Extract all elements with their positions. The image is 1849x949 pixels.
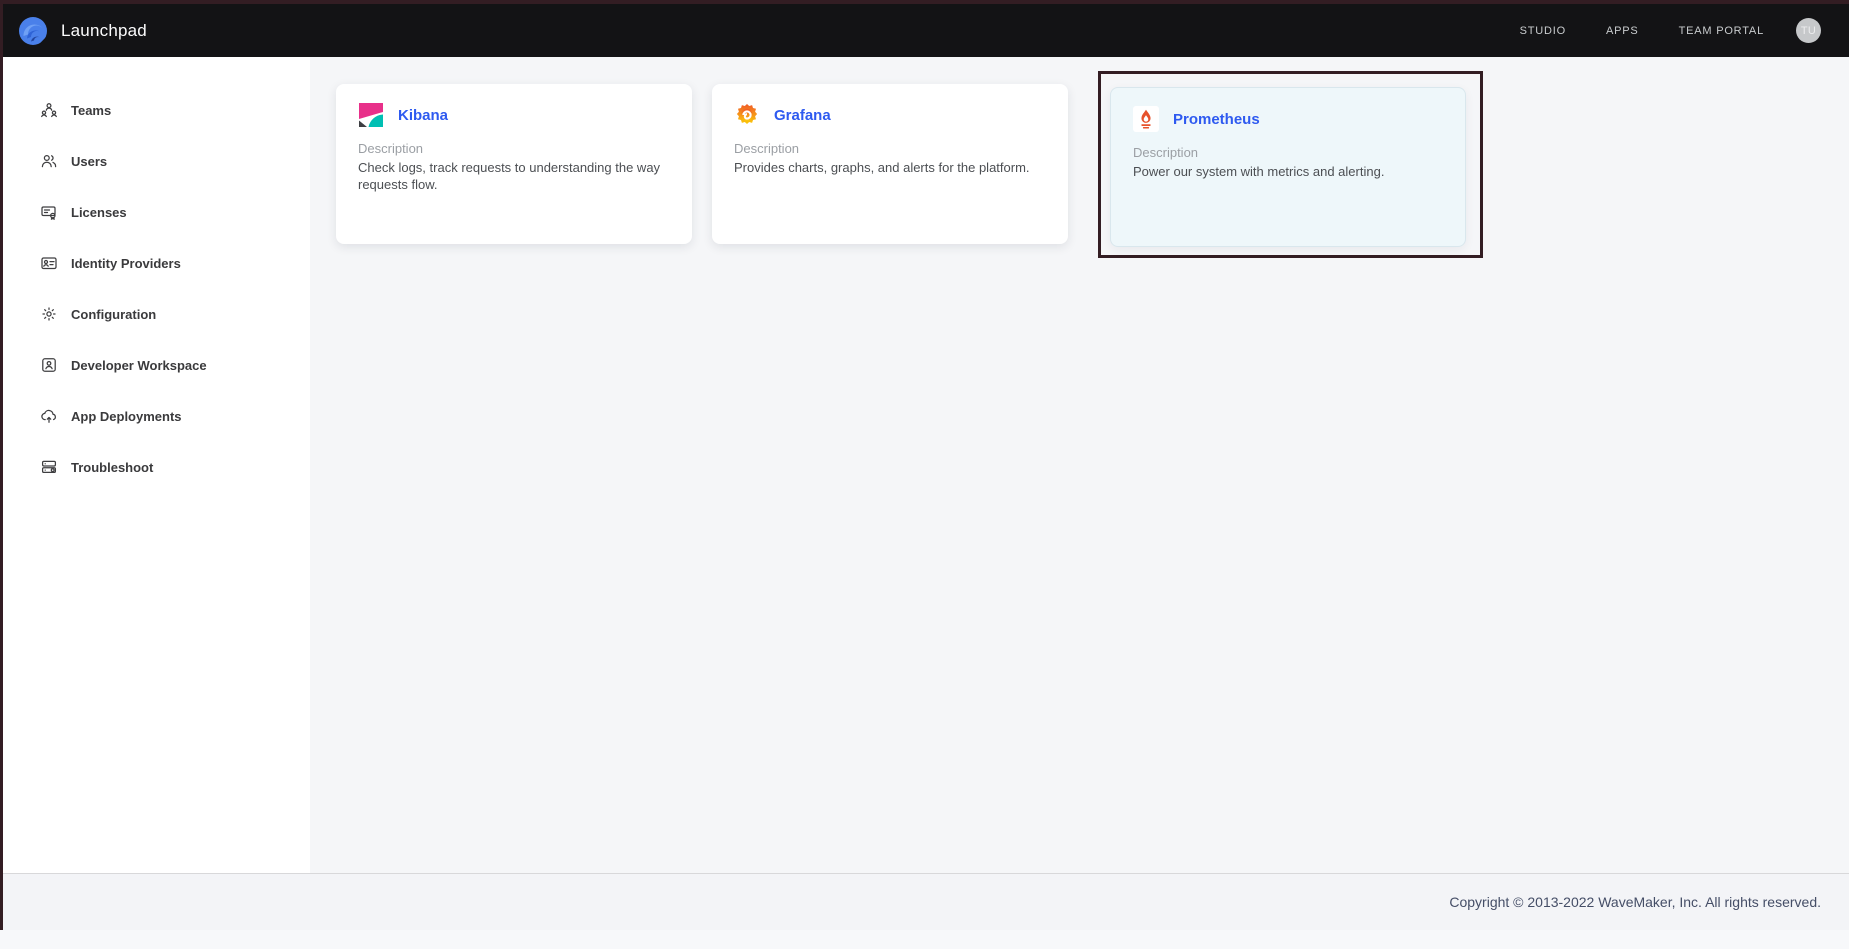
card-header: Prometheus [1133, 106, 1443, 132]
card-title-link[interactable]: Kibana [398, 107, 448, 124]
description-label: Description [1133, 145, 1443, 160]
sidebar-item-licenses[interactable]: Licenses [0, 196, 310, 228]
sidebar-item-teams[interactable]: Teams [0, 94, 310, 126]
prometheus-logo-icon [1135, 108, 1157, 130]
sidebar-item-label: Identity Providers [71, 256, 181, 271]
sidebar-item-users[interactable]: Users [0, 145, 310, 177]
identity-providers-icon [40, 254, 58, 272]
card-grafana[interactable]: Grafana Description Provides charts, gra… [712, 84, 1068, 244]
nav-studio[interactable]: STUDIO [1520, 25, 1566, 37]
copyright-text: Copyright © 2013-2022 WaveMaker, Inc. Al… [1449, 894, 1821, 910]
description-label: Description [734, 141, 1046, 156]
wavemaker-logo-icon [18, 16, 48, 46]
troubleshoot-icon [40, 458, 58, 476]
sidebar-item-label: Licenses [71, 205, 127, 220]
prometheus-logo-tile [1133, 106, 1159, 132]
main-content: Kibana Description Check logs, track req… [310, 57, 1849, 873]
sidebar-item-troubleshoot[interactable]: Troubleshoot [0, 451, 310, 483]
nav-team-portal[interactable]: TEAM PORTAL [1679, 25, 1764, 37]
sidebar-item-label: Troubleshoot [71, 460, 153, 475]
user-avatar[interactable]: TU [1796, 18, 1821, 43]
card-title-link[interactable]: Grafana [774, 107, 831, 124]
sidebar-item-label: Configuration [71, 307, 156, 322]
sidebar-item-label: Teams [71, 103, 111, 118]
users-icon [40, 152, 58, 170]
card-prometheus[interactable]: Prometheus Description Power our system … [1110, 87, 1466, 247]
top-nav: STUDIO APPS TEAM PORTAL TU [1520, 18, 1821, 43]
description-text: Power our system with metrics and alerti… [1133, 163, 1443, 180]
description-label: Description [358, 141, 670, 156]
nav-apps[interactable]: APPS [1606, 25, 1639, 37]
description-text: Check logs, track requests to understand… [358, 159, 670, 193]
annotation-top-border [0, 0, 1849, 4]
sidebar-item-label: Developer Workspace [71, 358, 207, 373]
app-deployments-icon [40, 407, 58, 425]
annotation-highlight-box: Prometheus Description Power our system … [1098, 71, 1483, 258]
sidebar-item-configuration[interactable]: Configuration [0, 298, 310, 330]
top-bar: Launchpad STUDIO APPS TEAM PORTAL TU [0, 4, 1849, 57]
app-cards-row: Kibana Description Check logs, track req… [310, 57, 1849, 258]
card-header: Grafana [734, 102, 1046, 128]
annotation-left-border [0, 0, 3, 930]
sidebar-item-developer-workspace[interactable]: Developer Workspace [0, 349, 310, 381]
card-title-link[interactable]: Prometheus [1173, 111, 1260, 128]
sidebar-item-label: App Deployments [71, 409, 182, 424]
app-title: Launchpad [61, 21, 147, 41]
licenses-icon [40, 203, 58, 221]
kibana-logo-icon [358, 102, 384, 128]
launchpad-app: Launchpad STUDIO APPS TEAM PORTAL TU Tea… [0, 0, 1849, 930]
sidebar: Teams Users Licenses Identity Providers [0, 57, 310, 873]
sidebar-item-app-deployments[interactable]: App Deployments [0, 400, 310, 432]
teams-icon [40, 101, 58, 119]
configuration-icon [40, 305, 58, 323]
developer-workspace-icon [40, 356, 58, 374]
card-header: Kibana [358, 102, 670, 128]
sidebar-item-label: Users [71, 154, 107, 169]
card-kibana[interactable]: Kibana Description Check logs, track req… [336, 84, 692, 244]
description-text: Provides charts, graphs, and alerts for … [734, 159, 1046, 176]
brand-home-link[interactable]: Launchpad [18, 16, 147, 46]
footer: Copyright © 2013-2022 WaveMaker, Inc. Al… [0, 873, 1849, 930]
grafana-logo-icon [734, 102, 760, 128]
sidebar-item-identity-providers[interactable]: Identity Providers [0, 247, 310, 279]
